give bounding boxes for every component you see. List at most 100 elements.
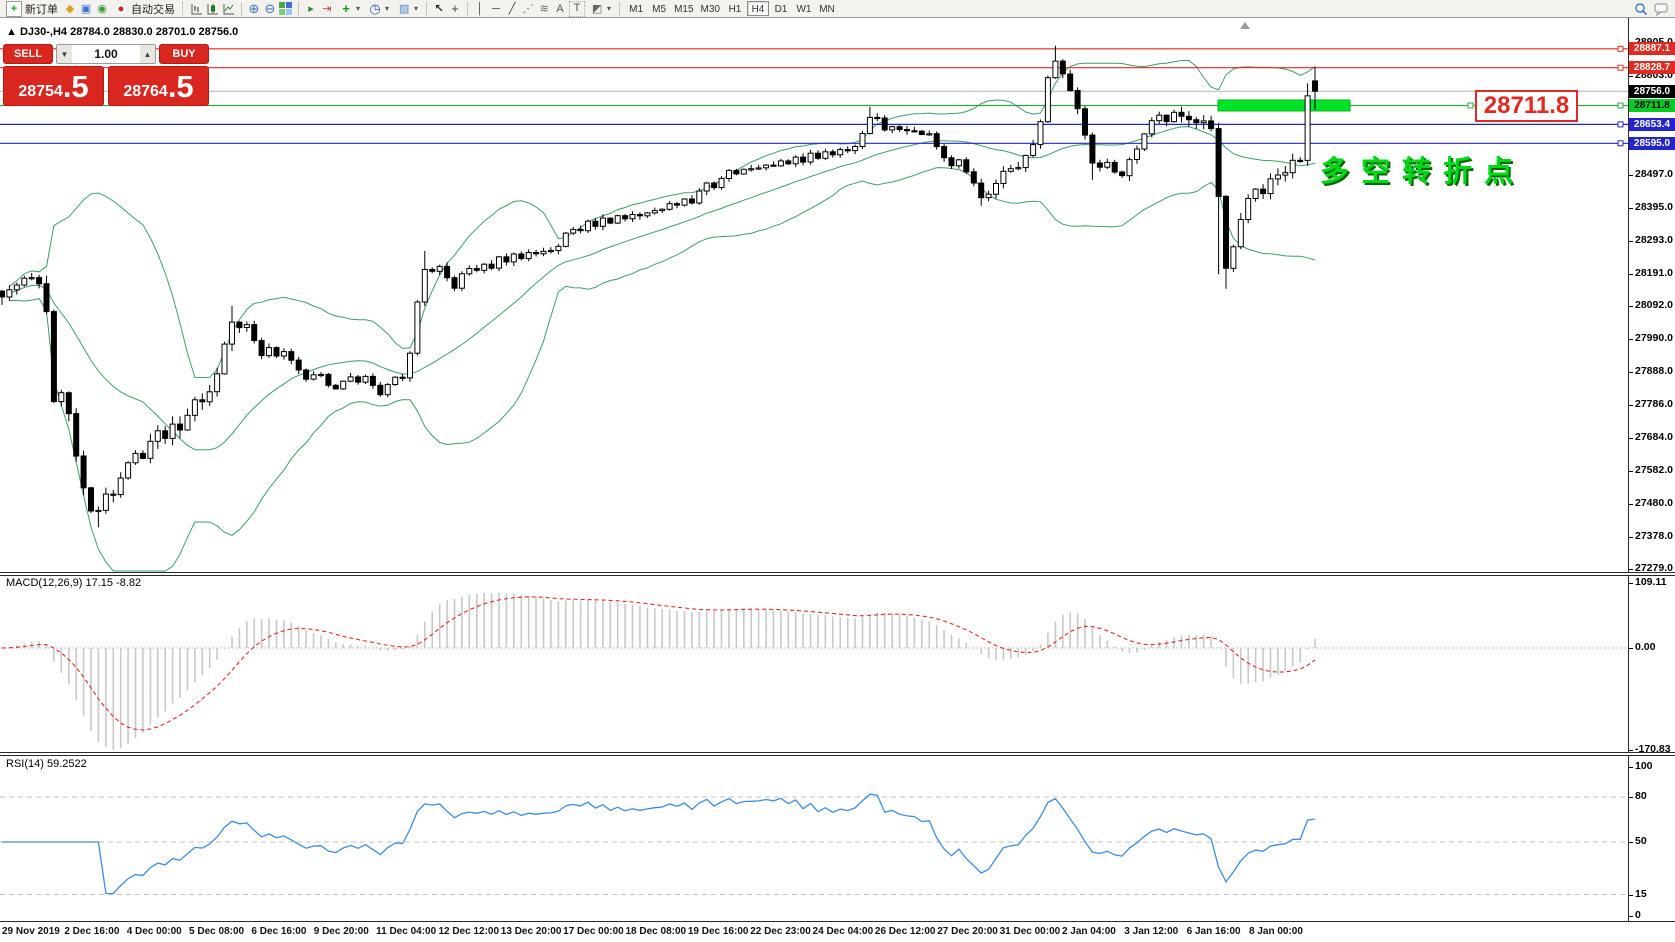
sell-price-tile[interactable]: 28754.5: [3, 66, 104, 106]
candle: [845, 150, 850, 151]
time-axis-label: 2 Dec 16:00: [64, 926, 119, 937]
add-indicator-icon: +: [339, 2, 353, 16]
price-tag-red[interactable]: 28828.7: [1629, 61, 1675, 74]
candle: [363, 376, 368, 382]
candle: [756, 168, 761, 169]
bollinger-upper-band: [9, 60, 1315, 377]
navigator-icon[interactable]: ◉: [95, 2, 109, 16]
trendline-tool-icon[interactable]: ╱: [505, 2, 519, 16]
dropdown-arrow-icon: ▾: [414, 4, 418, 13]
support-zone-highlight[interactable]: [1218, 100, 1350, 111]
bar-chart-mode-icon[interactable]: [190, 2, 204, 16]
chart-shift-icon[interactable]: ⇥: [320, 2, 334, 16]
price-tag-blue[interactable]: 28595.0: [1629, 137, 1675, 150]
mt4-terminal: + 新订单 ◆ ▣ ◉ ● 自动交易 ⊕ ⊖ ▸ ⇥ + ▾ ◷ ▾: [0, 0, 1675, 942]
symbol-ohlc-text: DJ30-,H4 28784.0 28830.0 28701.0 28756.0: [20, 26, 238, 38]
autotrading-button[interactable]: ● 自动交易: [111, 1, 178, 17]
zoom-in-icon[interactable]: ⊕: [247, 2, 261, 16]
line-anchor-square[interactable]: [1618, 65, 1623, 70]
candle: [89, 488, 94, 511]
candle: [867, 117, 872, 133]
volume-decrease-button[interactable]: ▼: [57, 45, 72, 63]
candle: [170, 424, 175, 438]
axis-tick-mark: [1629, 504, 1633, 505]
text-label-tool-icon[interactable]: T: [569, 1, 585, 17]
price-axis[interactable]: 28905.028803.028701.028497.028395.028293…: [1628, 18, 1675, 921]
price-axis-label: 28395.0: [1635, 201, 1673, 213]
timeframe-button-m15[interactable]: M15: [671, 1, 696, 16]
price-tag-red[interactable]: 28887.1: [1629, 42, 1675, 55]
candle: [919, 131, 924, 134]
candle: [1045, 78, 1050, 122]
rsi-indicator-label: RSI(14) 59.2522: [6, 758, 87, 770]
price-axis-label: 28497.0: [1635, 168, 1673, 180]
candle: [185, 415, 190, 430]
candle: [140, 453, 145, 458]
chat-icon[interactable]: [1654, 2, 1668, 16]
timeframe-button-m30[interactable]: M30: [698, 1, 723, 16]
candle: [1112, 162, 1117, 172]
periods-button[interactable]: ◷ ▾: [365, 1, 392, 17]
price-tag-last[interactable]: 28756.0: [1629, 85, 1675, 98]
price-level-callout[interactable]: 28711.8: [1475, 90, 1578, 122]
crosshair-tool-icon[interactable]: +: [448, 2, 462, 16]
candle: [0, 291, 5, 297]
time-axis[interactable]: 29 Nov 20192 Dec 16:004 Dec 00:005 Dec 0…: [0, 921, 1675, 942]
timeframe-button-mn[interactable]: MN: [816, 1, 838, 16]
line-anchor-square[interactable]: [1618, 122, 1623, 127]
chart-shift-marker-icon[interactable]: [1240, 22, 1250, 29]
timeframe-button-m5[interactable]: M5: [648, 1, 670, 16]
volume-input[interactable]: [72, 45, 140, 63]
candle: [652, 211, 657, 213]
volume-increase-button[interactable]: ▲: [140, 45, 155, 63]
new-order-button[interactable]: + 新订单: [3, 1, 61, 17]
line-anchor-square[interactable]: [1618, 141, 1623, 146]
candle: [1075, 91, 1080, 109]
strategy-tester-icon[interactable]: ◆: [63, 2, 77, 16]
vertical-line-tool-icon[interactable]: │: [473, 2, 487, 16]
arrows-tool-button[interactable]: ◩ ▾: [587, 1, 614, 17]
timeframe-button-d1[interactable]: D1: [770, 1, 792, 16]
candle: [1209, 121, 1214, 129]
candlestick-mode-icon[interactable]: [206, 2, 220, 16]
time-axis-label: 27 Dec 20:00: [937, 926, 998, 937]
line-chart-mode-icon[interactable]: [222, 2, 236, 16]
horizontal-line-tool-icon[interactable]: ─: [489, 2, 503, 16]
price-tag-green[interactable]: 28711.8: [1629, 99, 1675, 112]
candle: [59, 393, 64, 402]
candle: [1194, 120, 1199, 123]
timeframe-button-h4[interactable]: H4: [747, 1, 769, 16]
search-icon[interactable]: [1634, 2, 1648, 16]
text-tool-icon[interactable]: A: [553, 2, 567, 16]
price-chart-svg[interactable]: [0, 0, 1629, 921]
sell-button[interactable]: SELL: [3, 44, 53, 64]
price-tag-blue[interactable]: 28653.4: [1629, 118, 1675, 131]
macd-pane-splitter[interactable]: [0, 572, 1675, 576]
candle: [111, 494, 116, 495]
collapse-arrow-icon[interactable]: ▲: [6, 26, 17, 38]
market-watch-icon[interactable]: ▣: [79, 2, 93, 16]
add-indicator-button[interactable]: + ▾: [336, 1, 363, 17]
cursor-tool-icon[interactable]: ↖: [432, 2, 446, 16]
line-anchor-square[interactable]: [1468, 103, 1473, 108]
timeframe-button-h1[interactable]: H1: [724, 1, 746, 16]
buy-button[interactable]: BUY: [159, 44, 209, 64]
candle: [764, 165, 769, 168]
timeframe-button-m1[interactable]: M1: [625, 1, 647, 16]
channel-tool-icon[interactable]: ≋: [537, 2, 551, 16]
time-axis-label: 31 Dec 00:00: [1000, 926, 1061, 937]
line-anchor-square[interactable]: [1618, 103, 1623, 108]
tile-windows-icon[interactable]: [279, 2, 293, 16]
templates-button[interactable]: ▧ ▾: [394, 1, 421, 17]
buy-price-tile[interactable]: 28764.5: [108, 66, 209, 106]
price-axis-label: 27990.0: [1635, 332, 1673, 344]
auto-scroll-icon[interactable]: ▸: [304, 2, 318, 16]
candle: [571, 229, 576, 233]
zoom-out-icon[interactable]: ⊖: [263, 2, 277, 16]
fibonacci-tool-icon[interactable]: ⋰: [521, 2, 535, 16]
line-anchor-square[interactable]: [1618, 46, 1623, 51]
rsi-pane-splitter[interactable]: [0, 752, 1675, 756]
candle: [103, 494, 108, 510]
candle: [445, 266, 450, 277]
timeframe-button-w1[interactable]: W1: [793, 1, 815, 16]
